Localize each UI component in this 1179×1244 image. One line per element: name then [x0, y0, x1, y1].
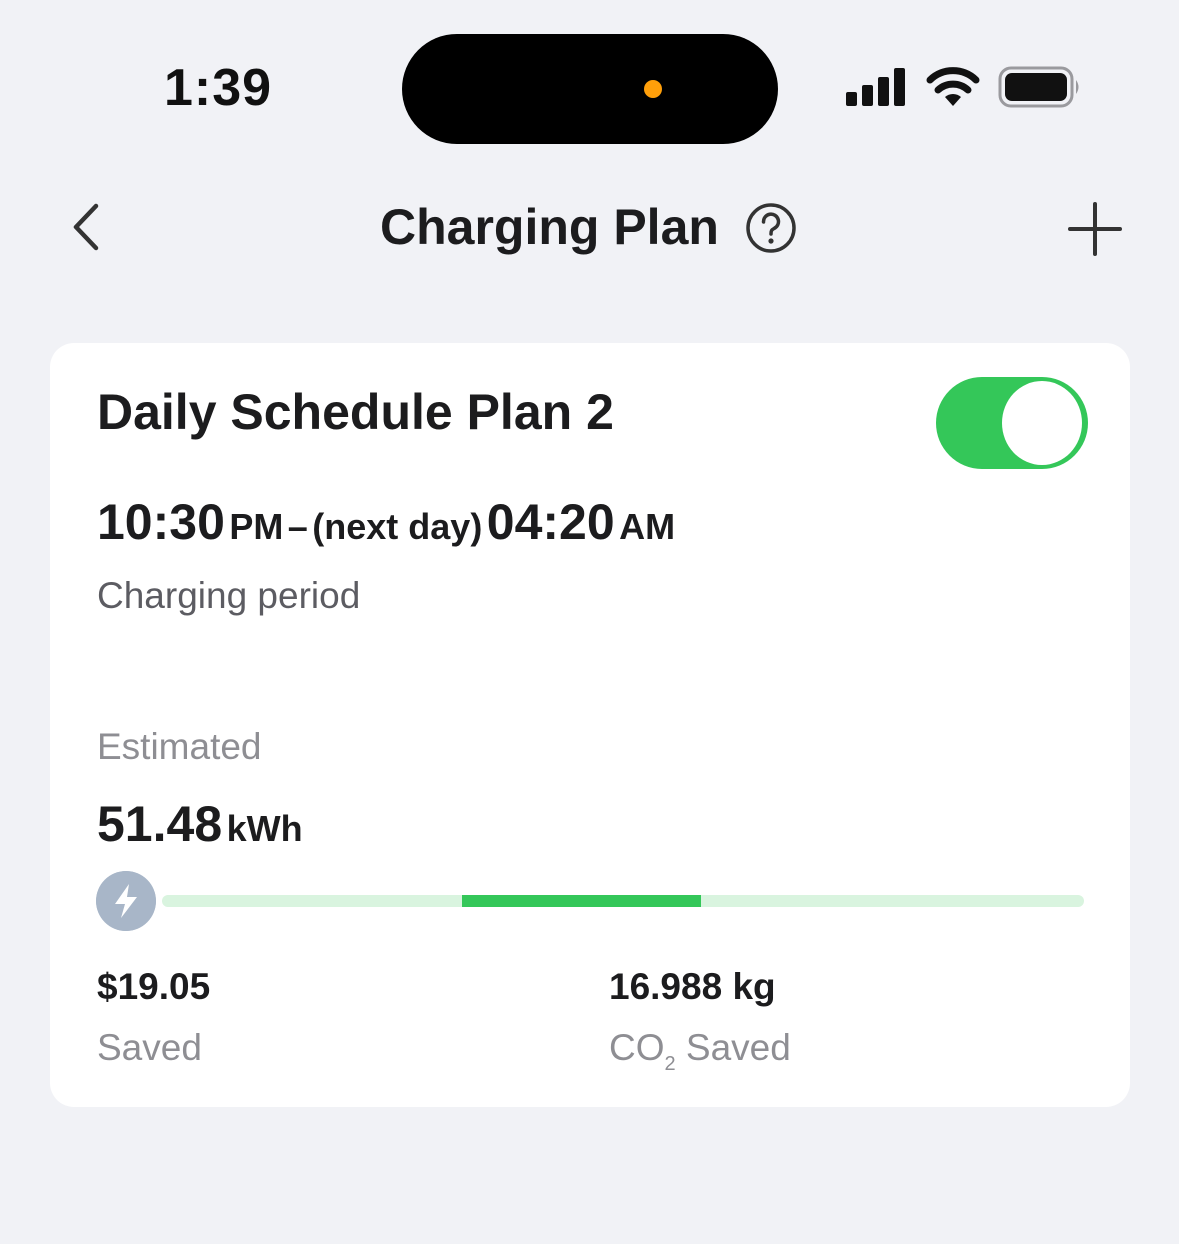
- wifi-icon: [926, 67, 980, 106]
- charging-timeline-segment: [461, 895, 702, 907]
- status-bar: 1:39: [0, 0, 1179, 170]
- cellular-signal-icon: [846, 68, 905, 106]
- charging-period-time: 10:30 PM – (next day) 04:20 AM: [97, 493, 675, 551]
- co2-label-subscript: 2: [664, 1053, 676, 1075]
- co2-saved-value: 16.988 kg: [609, 966, 776, 1007]
- plan-card[interactable]: Daily Schedule Plan 2 10:30 PM – (next d…: [50, 343, 1130, 1107]
- co2-saved-label: CO2 Saved: [609, 1027, 791, 1075]
- end-period: AM: [619, 506, 676, 547]
- start-time: 10:30: [97, 494, 225, 550]
- estimated-energy: 51.48 kWh: [97, 795, 303, 853]
- end-time: 04:20: [486, 494, 615, 550]
- plus-icon[interactable]: [1068, 202, 1122, 256]
- estimated-label: Estimated: [97, 726, 262, 767]
- money-saved-label: Saved: [97, 1027, 202, 1068]
- time-separator: –: [287, 506, 308, 547]
- co2-label-tail: Saved: [685, 1027, 791, 1068]
- start-period: PM: [229, 506, 284, 547]
- navigation-bar: Charging Plan: [0, 180, 1179, 290]
- money-saved-value: $19.05: [97, 966, 211, 1007]
- status-time: 1:39: [164, 59, 273, 117]
- question-circle-icon[interactable]: [745, 202, 797, 254]
- chevron-left-icon[interactable]: [62, 202, 112, 252]
- plan-enabled-toggle[interactable]: [936, 377, 1088, 469]
- dynamic-island: [402, 34, 778, 144]
- next-day-note: (next day): [312, 506, 483, 547]
- energy-value: 51.48: [97, 796, 223, 852]
- energy-unit: kWh: [226, 808, 303, 849]
- page-title: Charging Plan: [380, 199, 719, 255]
- toggle-knob: [1002, 381, 1082, 465]
- camera-indicator-icon: [644, 80, 662, 98]
- plan-name: Daily Schedule Plan 2: [97, 384, 614, 440]
- co2-label-main: CO: [609, 1027, 665, 1068]
- charging-period-label: Charging period: [97, 575, 361, 616]
- lightning-bolt-icon: [96, 871, 156, 931]
- charging-timeline-track: [162, 895, 1084, 907]
- battery-icon: [998, 66, 1079, 108]
